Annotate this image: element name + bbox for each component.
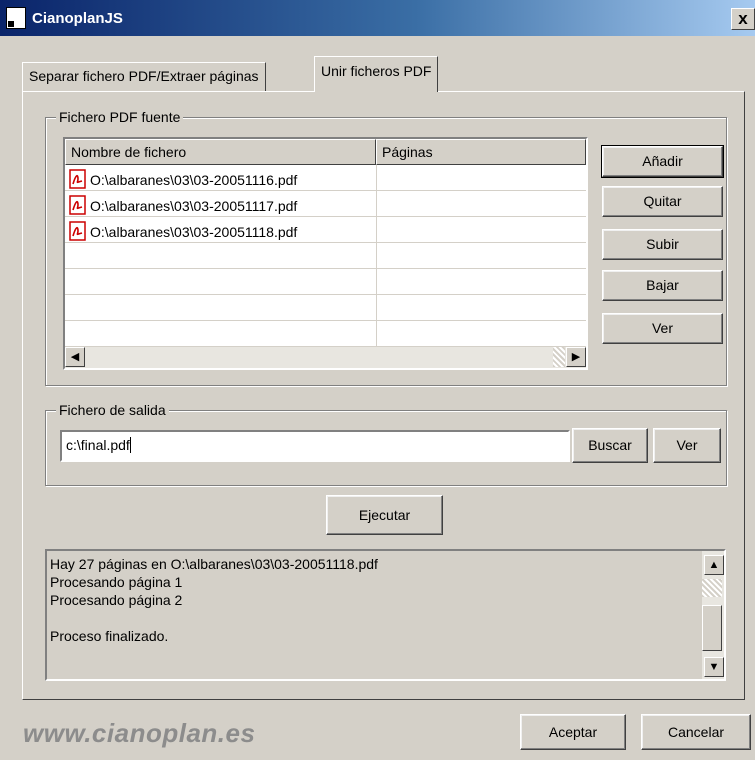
move-down-button[interactable]: Bajar bbox=[602, 270, 723, 301]
log-output[interactable]: Hay 27 páginas en O:\albaranes\03\03-200… bbox=[45, 549, 726, 681]
output-file-legend: Fichero de salida bbox=[56, 401, 169, 419]
scroll-corner bbox=[553, 347, 565, 367]
view-source-button[interactable]: Ver bbox=[602, 313, 723, 344]
list-row-empty bbox=[65, 295, 586, 321]
move-up-button[interactable]: Subir bbox=[602, 229, 723, 260]
scroll-up-icon[interactable]: ▲ bbox=[704, 555, 724, 575]
source-file-list[interactable]: Nombre de fichero Páginas O:\albaranes\0… bbox=[63, 137, 588, 370]
list-row[interactable]: O:\albaranes\03\03-20051116.pdf bbox=[65, 165, 586, 191]
log-line: Hay 27 páginas en O:\albaranes\03\03-200… bbox=[50, 556, 378, 572]
window-title: CianoplanJS bbox=[32, 10, 123, 27]
website-link[interactable]: www.cianoplan.es bbox=[23, 718, 255, 749]
add-button[interactable]: Añadir bbox=[601, 145, 724, 178]
list-row-empty bbox=[65, 321, 586, 347]
ok-button[interactable]: Aceptar bbox=[520, 714, 626, 750]
pdf-file-icon bbox=[69, 221, 87, 241]
tab-split-pdf[interactable]: Separar fichero PDF/Extraer páginas bbox=[22, 62, 266, 92]
log-line: Procesando página 1 bbox=[50, 574, 183, 590]
execute-button[interactable]: Ejecutar bbox=[326, 495, 443, 535]
file-name: O:\albaranes\03\03-20051116.pdf bbox=[90, 172, 298, 188]
file-name: O:\albaranes\03\03-20051118.pdf bbox=[90, 224, 298, 240]
browse-button[interactable]: Buscar bbox=[572, 428, 648, 463]
log-line: Procesando página 2 bbox=[50, 592, 183, 608]
tab-merge-pdf[interactable]: Unir ficheros PDF bbox=[314, 56, 439, 92]
column-header-filename[interactable]: Nombre de fichero bbox=[65, 139, 376, 165]
scroll-thumb[interactable] bbox=[702, 605, 722, 651]
scroll-down-icon[interactable]: ▼ bbox=[704, 657, 724, 677]
vertical-scrollbar[interactable]: ▲ ▼ bbox=[702, 551, 724, 679]
horizontal-scrollbar[interactable]: ◀ ▶ bbox=[65, 346, 586, 368]
pdf-file-icon bbox=[69, 195, 87, 215]
column-header-pages[interactable]: Páginas bbox=[376, 139, 586, 165]
list-row[interactable]: O:\albaranes\03\03-20051117.pdf bbox=[65, 191, 586, 217]
file-name: O:\albaranes\03\03-20051117.pdf bbox=[90, 198, 298, 214]
source-pdf-legend: Fichero PDF fuente bbox=[56, 108, 184, 126]
list-row-empty bbox=[65, 243, 586, 269]
output-path-value: c:\final.pdf bbox=[66, 437, 130, 453]
list-row-empty bbox=[65, 269, 586, 295]
list-header: Nombre de fichero Páginas bbox=[65, 139, 586, 165]
app-icon bbox=[6, 7, 26, 29]
view-output-button[interactable]: Ver bbox=[653, 428, 721, 463]
cancel-button[interactable]: Cancelar bbox=[641, 714, 751, 750]
log-line: Proceso finalizado. bbox=[50, 628, 169, 644]
text-caret bbox=[129, 437, 131, 453]
pdf-file-icon bbox=[69, 169, 87, 189]
remove-button[interactable]: Quitar bbox=[602, 186, 723, 217]
close-button[interactable]: x bbox=[731, 8, 755, 30]
scroll-left-icon[interactable]: ◀ bbox=[65, 347, 85, 367]
output-path-field[interactable]: c:\final.pdf bbox=[60, 430, 570, 462]
list-row[interactable]: O:\albaranes\03\03-20051118.pdf bbox=[65, 217, 586, 243]
scroll-right-icon[interactable]: ▶ bbox=[566, 347, 586, 367]
scroll-track bbox=[702, 579, 722, 597]
title-bar: CianoplanJS x bbox=[0, 0, 755, 36]
